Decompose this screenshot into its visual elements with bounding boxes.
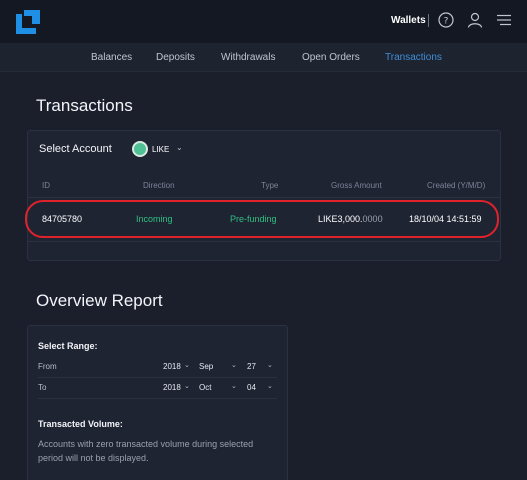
column-header-created[interactable]: Created (Y/M/D) — [427, 181, 485, 190]
select-range-label: Select Range: — [38, 341, 98, 351]
wallets-link[interactable]: Wallets — [391, 15, 426, 26]
from-month-select[interactable]: Sep — [199, 362, 213, 371]
account-selector-value[interactable]: LIKE — [152, 145, 169, 154]
nav-tabs: Balances Deposits Withdrawals Open Order… — [0, 43, 527, 72]
svg-text:?: ? — [444, 17, 449, 27]
from-year-select[interactable]: 2018 — [163, 362, 181, 371]
chevron-down-icon[interactable]: ⌄ — [231, 382, 237, 390]
like-coin-icon[interactable] — [132, 141, 148, 157]
tab-transactions[interactable]: Transactions — [385, 52, 442, 63]
to-label: To — [38, 383, 47, 392]
from-day-select[interactable]: 27 — [247, 362, 256, 371]
row-gross-amount: LIKE3,000.0000 — [318, 214, 383, 224]
menu-icon[interactable] — [496, 12, 512, 28]
select-account-label: Select Account — [39, 143, 112, 155]
row-id: 84705780 — [42, 214, 83, 224]
range-to-row: To 2018 ⌄ Oct ⌄ 04 ⌄ — [28, 379, 287, 399]
tab-open-orders[interactable]: Open Orders — [302, 52, 360, 63]
page-title: Transactions — [36, 96, 133, 115]
transactions-panel: Select Account LIKE ⌄ ID Direction Type … — [27, 130, 501, 261]
overview-panel: Select Range: From 2018 ⌄ Sep ⌄ 27 ⌄ To … — [27, 325, 288, 480]
chevron-down-icon[interactable]: ⌄ — [184, 361, 190, 369]
row-type: Pre-funding — [230, 214, 277, 224]
tab-balances[interactable]: Balances — [91, 52, 132, 63]
chevron-down-icon[interactable]: ⌄ — [267, 361, 273, 369]
table-divider — [28, 197, 500, 198]
row-created: 18/10/04 14:51:59 — [409, 214, 482, 224]
row-direction: Incoming — [136, 214, 173, 224]
column-header-type[interactable]: Type — [261, 181, 278, 190]
column-header-direction[interactable]: Direction — [143, 181, 175, 190]
to-month-select[interactable]: Oct — [199, 383, 211, 392]
chevron-down-icon[interactable]: ⌄ — [184, 382, 190, 390]
range-divider — [38, 377, 277, 378]
chevron-down-icon[interactable]: ⌄ — [176, 143, 183, 152]
logo-icon[interactable] — [16, 10, 40, 34]
overview-title: Overview Report — [36, 291, 163, 310]
help-icon[interactable]: ? — [438, 12, 454, 28]
table-row[interactable]: 84705780 Incoming Pre-funding LIKE3,000.… — [28, 202, 500, 236]
chevron-down-icon[interactable]: ⌄ — [231, 361, 237, 369]
from-label: From — [38, 362, 57, 371]
table-divider — [28, 241, 500, 242]
range-from-row: From 2018 ⌄ Sep ⌄ 27 ⌄ — [28, 358, 287, 378]
to-day-select[interactable]: 04 — [247, 383, 256, 392]
volume-note: Accounts with zero transacted volume dur… — [38, 439, 254, 463]
to-year-select[interactable]: 2018 — [163, 383, 181, 392]
chevron-down-icon[interactable]: ⌄ — [267, 382, 273, 390]
top-bar: Wallets ? — [0, 0, 527, 43]
tab-deposits[interactable]: Deposits — [156, 52, 195, 63]
tab-withdrawals[interactable]: Withdrawals — [221, 52, 275, 63]
range-divider — [38, 398, 277, 399]
column-header-gross-amount[interactable]: Gross Amount — [331, 181, 382, 190]
column-header-id[interactable]: ID — [42, 181, 50, 190]
user-icon[interactable] — [467, 12, 483, 28]
header-divider — [428, 14, 429, 27]
transacted-volume-label: Transacted Volume: — [38, 419, 123, 429]
